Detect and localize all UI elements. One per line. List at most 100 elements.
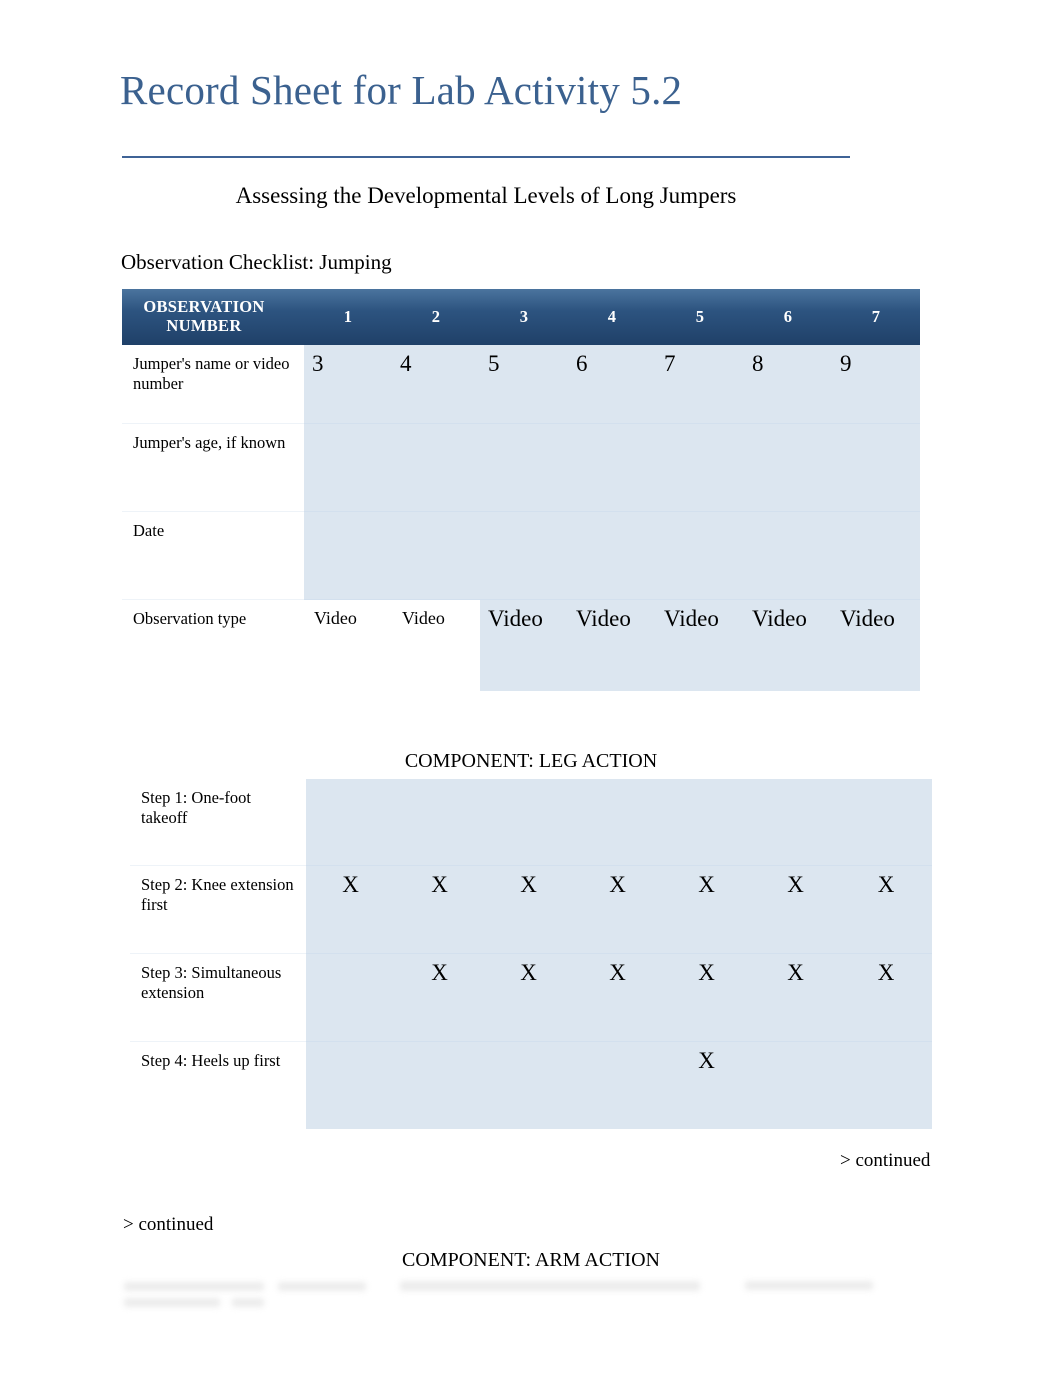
footer-smudge xyxy=(232,1298,264,1307)
column-header-6: 6 xyxy=(744,289,832,345)
column-header-7: 7 xyxy=(832,289,920,345)
cell-step2-col7[interactable]: X xyxy=(840,864,932,953)
observation-number-header-line1: OBSERVATION xyxy=(143,297,265,317)
cell-jumper-name-2[interactable]: 4 xyxy=(392,345,480,423)
row-label-observation-type: Observation type xyxy=(122,598,304,691)
section-label-observation-checklist: Observation Checklist: Jumping xyxy=(121,250,392,274)
leg-action-table: Step 1: One-foot takeoff Step 2: Knee ex… xyxy=(130,779,932,1129)
footer-smudge xyxy=(400,1281,700,1291)
component-title-leg-action: COMPONENT: LEG ACTION xyxy=(404,750,658,772)
cell-step4-col2[interactable] xyxy=(395,1040,484,1129)
cell-step3-col1[interactable] xyxy=(306,952,395,1041)
cell-date-2[interactable] xyxy=(392,510,480,599)
cell-jumper-age-1[interactable] xyxy=(304,422,392,511)
cell-step1-col2[interactable] xyxy=(395,779,484,865)
column-header-1: 1 xyxy=(304,289,392,345)
cell-step1-col1[interactable] xyxy=(306,779,395,865)
cell-jumper-age-3[interactable] xyxy=(480,422,568,511)
cell-jumper-name-5[interactable]: 7 xyxy=(656,345,744,423)
cell-observation-type-2[interactable]: Video xyxy=(392,598,480,691)
cell-jumper-age-4[interactable] xyxy=(568,422,656,511)
cell-jumper-age-5[interactable] xyxy=(656,422,744,511)
column-header-4: 4 xyxy=(568,289,656,345)
observation-number-header-line2: NUMBER xyxy=(166,316,242,335)
footer-smudge xyxy=(278,1282,366,1291)
cell-step2-col5[interactable]: X xyxy=(662,864,751,953)
cell-step4-col3[interactable] xyxy=(484,1040,573,1129)
cell-step2-col6[interactable]: X xyxy=(751,864,840,953)
cell-step3-col7[interactable]: X xyxy=(840,952,932,1041)
row-label-step-2: Step 2: Knee extension first xyxy=(130,864,306,953)
cell-step4-col5[interactable]: X xyxy=(662,1040,751,1129)
cell-step3-col6[interactable]: X xyxy=(751,952,840,1041)
record-sheet-page: Record Sheet for Lab Activity 5.2 Assess… xyxy=(0,0,1062,1377)
cell-step1-col6[interactable] xyxy=(751,779,840,865)
cell-step3-col2[interactable]: X xyxy=(395,952,484,1041)
page-title: Record Sheet for Lab Activity 5.2 xyxy=(120,67,683,113)
cell-observation-type-5[interactable]: Video xyxy=(656,598,744,691)
cell-step2-col1[interactable]: X xyxy=(306,864,395,953)
footer-smudge xyxy=(124,1298,220,1307)
row-label-step-4: Step 4: Heels up first xyxy=(130,1040,306,1129)
cell-date-3[interactable] xyxy=(480,510,568,599)
cell-step4-col7[interactable] xyxy=(840,1040,932,1129)
cell-step2-col2[interactable]: X xyxy=(395,864,484,953)
table-row: Jumper's name or video number 3 4 5 6 7 … xyxy=(122,345,920,423)
cell-observation-type-1[interactable]: Video xyxy=(304,598,392,691)
row-label-step-3: Step 3: Simultaneous extension xyxy=(130,952,306,1041)
cell-step1-col7[interactable] xyxy=(840,779,932,865)
observation-table-header-row: OBSERVATION NUMBER 1 2 3 4 5 6 7 xyxy=(122,289,920,345)
cell-step4-col6[interactable] xyxy=(751,1040,840,1129)
cell-date-4[interactable] xyxy=(568,510,656,599)
cell-step2-col3[interactable]: X xyxy=(484,864,573,953)
cell-date-1[interactable] xyxy=(304,510,392,599)
footer-smudge xyxy=(124,1282,264,1291)
table-row: Step 4: Heels up first X xyxy=(130,1040,932,1129)
table-row: Jumper's age, if known xyxy=(122,422,920,511)
cell-jumper-name-4[interactable]: 6 xyxy=(568,345,656,423)
table-row: Step 1: One-foot takeoff xyxy=(130,779,932,865)
row-label-step-1: Step 1: One-foot takeoff xyxy=(130,779,306,865)
table-row: Date xyxy=(122,510,920,599)
component-title-arm-action: COMPONENT: ARM ACTION xyxy=(402,1249,660,1271)
continued-marker-left: > continued xyxy=(123,1214,214,1235)
cell-jumper-age-7[interactable] xyxy=(832,422,920,511)
row-label-date: Date xyxy=(122,510,304,599)
cell-step4-col4[interactable] xyxy=(573,1040,662,1129)
table-row: Step 3: Simultaneous extension X X X X X… xyxy=(130,952,932,1041)
cell-jumper-name-1[interactable]: 3 xyxy=(304,345,392,423)
column-header-2: 2 xyxy=(392,289,480,345)
table-row: Step 2: Knee extension first X X X X X X… xyxy=(130,864,932,953)
footer-smudge xyxy=(745,1281,873,1290)
cell-date-5[interactable] xyxy=(656,510,744,599)
row-label-jumper-age: Jumper's age, if known xyxy=(122,422,304,511)
cell-jumper-name-6[interactable]: 8 xyxy=(744,345,832,423)
cell-observation-type-6[interactable]: Video xyxy=(744,598,832,691)
page-subtitle: Assessing the Developmental Levels of Lo… xyxy=(235,183,737,208)
cell-date-6[interactable] xyxy=(744,510,832,599)
cell-step1-col4[interactable] xyxy=(573,779,662,865)
cell-date-7[interactable] xyxy=(832,510,920,599)
cell-step2-col4[interactable]: X xyxy=(573,864,662,953)
column-header-5: 5 xyxy=(656,289,744,345)
cell-step3-col5[interactable]: X xyxy=(662,952,751,1041)
column-header-3: 3 xyxy=(480,289,568,345)
cell-jumper-age-6[interactable] xyxy=(744,422,832,511)
cell-jumper-age-2[interactable] xyxy=(392,422,480,511)
continued-marker-right: > continued xyxy=(840,1150,931,1171)
title-divider xyxy=(122,156,850,158)
row-label-jumper-name: Jumper's name or video number xyxy=(122,345,304,423)
cell-observation-type-3[interactable]: Video xyxy=(480,598,568,691)
cell-jumper-name-3[interactable]: 5 xyxy=(480,345,568,423)
cell-step3-col4[interactable]: X xyxy=(573,952,662,1041)
cell-step1-col5[interactable] xyxy=(662,779,751,865)
observation-checklist-table: OBSERVATION NUMBER 1 2 3 4 5 6 7 Jumper'… xyxy=(122,289,920,691)
cell-step4-col1[interactable] xyxy=(306,1040,395,1129)
cell-step1-col3[interactable] xyxy=(484,779,573,865)
cell-observation-type-7[interactable]: Video xyxy=(832,598,920,691)
cell-jumper-name-7[interactable]: 9 xyxy=(832,345,920,423)
cell-observation-type-4[interactable]: Video xyxy=(568,598,656,691)
table-row: Observation type Video Video Video Video… xyxy=(122,598,920,691)
cell-step3-col3[interactable]: X xyxy=(484,952,573,1041)
observation-number-header: OBSERVATION NUMBER xyxy=(122,289,304,345)
